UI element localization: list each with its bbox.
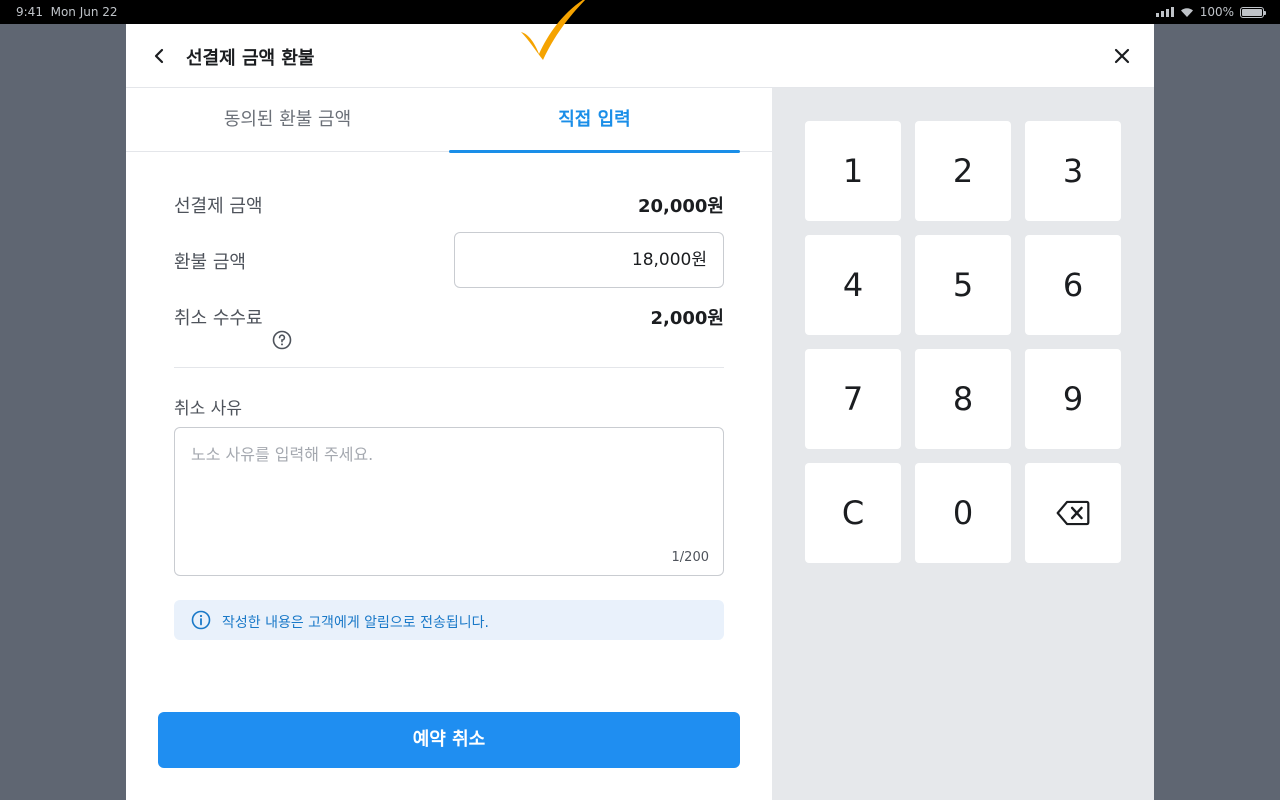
info-icon — [191, 610, 211, 630]
key-backspace[interactable] — [1025, 463, 1121, 563]
tab-bar: 동의된 환불 금액 직접 입력 — [126, 88, 772, 153]
key-8[interactable]: 8 — [915, 349, 1011, 449]
char-counter: 1/200 — [671, 550, 709, 565]
divider — [174, 367, 724, 368]
refund-label: 환불 금액 — [174, 252, 246, 273]
key-1[interactable]: 1 — [805, 121, 901, 221]
notice-text: 작성한 내용은 고객에게 알림으로 전송됩니다. — [222, 615, 489, 631]
reason-textarea[interactable]: 노소 사유를 입력해 주세요. 1/200 — [174, 427, 724, 576]
prepaid-value: 20,000원 — [637, 196, 724, 217]
fee-value: 2,000원 — [650, 308, 725, 329]
signal-icon — [1155, 7, 1174, 17]
key-7[interactable]: 7 — [805, 349, 901, 449]
battery-percent: 100% — [1199, 5, 1234, 19]
key-clear[interactable]: C — [805, 463, 901, 563]
notice-banner: 작성한 내용은 고객에게 알림으로 전송됩니다. — [174, 600, 724, 640]
close-icon[interactable] — [1110, 44, 1134, 68]
page-title: 선결제 금액 환불 — [186, 48, 315, 69]
key-0[interactable]: 0 — [915, 463, 1011, 563]
key-3[interactable]: 3 — [1025, 121, 1121, 221]
back-chevron-icon[interactable] — [148, 44, 172, 68]
key-9[interactable]: 9 — [1025, 349, 1121, 449]
numeric-keypad: 1 2 3 4 5 6 7 8 9 C 0 — [772, 88, 1154, 800]
reason-label: 취소 사유 — [174, 399, 242, 419]
help-icon[interactable] — [272, 330, 292, 350]
key-4[interactable]: 4 — [805, 235, 901, 335]
reason-placeholder: 노소 사유를 입력해 주세요. — [191, 445, 374, 464]
refund-form-panel: 동의된 환불 금액 직접 입력 선결제 금액 20,000원 환불 금액 18,… — [126, 88, 772, 800]
tab-direct-input[interactable]: 직접 입력 — [449, 88, 740, 153]
key-5[interactable]: 5 — [915, 235, 1011, 335]
key-6[interactable]: 6 — [1025, 235, 1121, 335]
status-bar: 9:41 Mon Jun 22 100% — [0, 0, 1280, 24]
backspace-icon — [1056, 500, 1090, 526]
status-icons: 100% — [1155, 5, 1266, 19]
refund-modal: 선결제 금액 환불 동의된 환불 금액 직접 입력 선결제 금액 20,000원… — [126, 0, 1154, 800]
status-time: 9:41 Mon Jun 22 — [16, 5, 118, 19]
modal-header: 선결제 금액 환불 — [126, 24, 1154, 88]
refund-amount-input[interactable]: 18,000원 — [454, 232, 724, 288]
tab-agreed-refund[interactable]: 동의된 환불 금액 — [126, 88, 449, 152]
wifi-icon — [1180, 8, 1193, 17]
cancel-reservation-button[interactable]: 예약 취소 — [158, 712, 740, 768]
key-2[interactable]: 2 — [915, 121, 1011, 221]
fee-label: 취소 수수료 — [174, 308, 263, 329]
checkmark-icon — [521, 0, 586, 60]
battery-icon — [1240, 6, 1266, 18]
prepaid-label: 선결제 금액 — [174, 196, 263, 217]
